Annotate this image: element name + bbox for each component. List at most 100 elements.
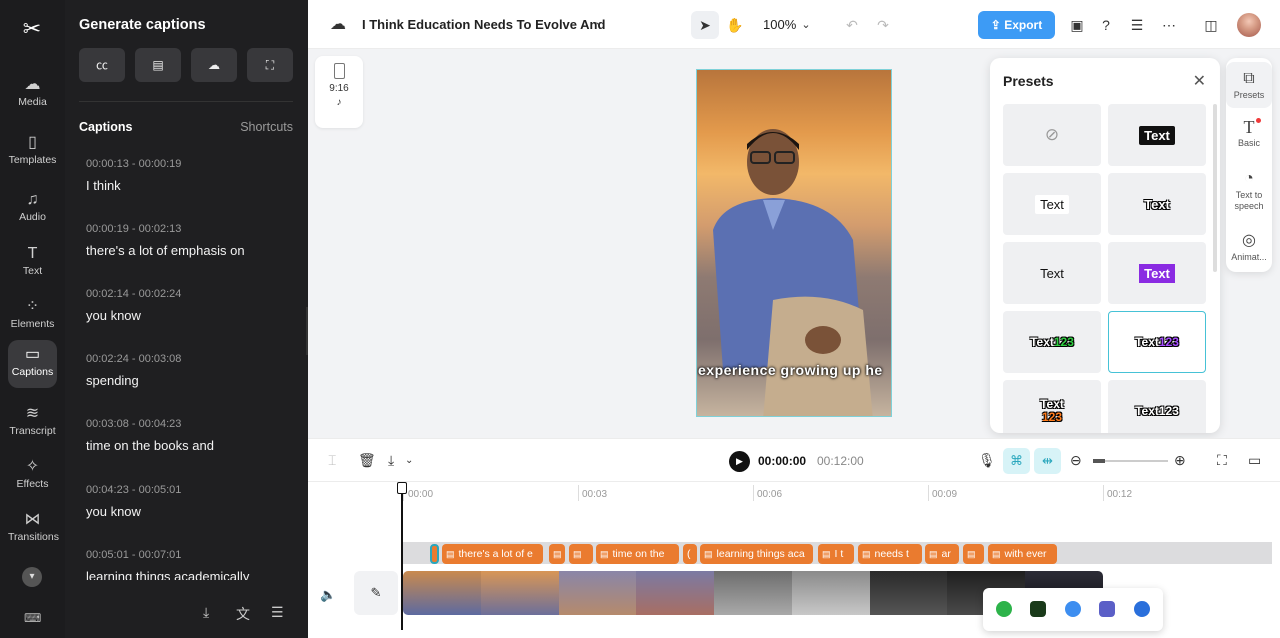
split-view-button[interactable]: ⇹ [1034,448,1061,474]
chevron-down-icon[interactable]: ⌄ [792,11,820,39]
fullscreen-icon[interactable]: ⛶ [1217,452,1227,469]
rail-item-captions[interactable]: ▭ Captions [8,340,57,388]
download-icon[interactable]: ⤓ [203,604,209,621]
tab-text-to-speech[interactable]: ◔ Text to speech [1226,168,1272,212]
help-button[interactable]: ? [1092,11,1120,39]
caption-text[interactable]: spending [86,373,296,388]
rail-item-media[interactable]: ☁ Media [8,70,57,118]
avatar[interactable] [1237,13,1261,37]
layout-button[interactable]: ◫ [1197,11,1225,39]
preset-outlined[interactable]: Text [1108,173,1206,235]
capcut-logo-icon[interactable]: ✂ [19,16,45,42]
video-preview[interactable]: experience growing up he [696,69,892,417]
preset-purple-accent[interactable]: Text123 [1108,311,1206,373]
preset-outlined-small[interactable]: Text123 [1108,380,1206,433]
chevron-down-icon[interactable]: ⌄ [594,15,603,28]
select-tool-button[interactable]: ➤ [691,11,719,39]
caption-clip[interactable]: ▤ learning things aca [700,544,813,564]
caption-clip[interactable]: ▤ [549,544,565,564]
caption-clip[interactable]: ( [683,544,697,564]
caption-clip[interactable]: ▤ there's a lot of e [442,544,543,564]
playhead[interactable] [397,482,407,630]
tab-animation[interactable]: ◎ Animat... [1226,230,1272,263]
microphone-icon[interactable]: 🎙 [978,452,996,469]
shield-check-icon[interactable] [996,601,1012,617]
cc-button[interactable]: ㏄ [79,48,125,82]
tab-presets[interactable]: ⧉ Presets [1226,62,1272,108]
close-icon[interactable]: ✕ [1193,71,1206,91]
caption-text[interactable]: time on the books and [86,438,296,453]
rail-item-effects[interactable]: ✧ Effects [8,452,57,500]
more-button[interactable]: ⋯ [1155,11,1183,39]
aspect-ratio-selector[interactable]: 9:16 ♪ [315,56,363,128]
redo-button[interactable]: ↷ [869,11,897,39]
caption-clip[interactable]: ▤ with ever [988,544,1057,564]
caption-clip[interactable]: ▤ I t [818,544,854,564]
review-button[interactable]: ▣ [1063,11,1091,39]
subtitle-button[interactable]: ▤ [135,48,181,82]
preset-black-on-white[interactable]: Text [1003,173,1101,235]
caption-text[interactable]: you know [86,504,296,519]
undo-button[interactable]: ↶ [838,11,866,39]
rail-item-elements[interactable]: ⁘ Elements [8,292,57,340]
export-button[interactable]: ⇪ Export [978,11,1055,39]
project-title[interactable]: I Think Education Needs To Evolve And [362,17,605,32]
shortcuts-link[interactable]: Shortcuts [240,120,293,134]
translate-icon[interactable]: 文 [236,604,250,624]
teams-icon[interactable] [1099,601,1115,617]
search-list-icon[interactable]: ☰ [271,604,284,621]
preset-green-accent[interactable]: Text123 [1003,311,1101,373]
auto-caption-button[interactable]: ⛶ [247,48,293,82]
cloud-sync-icon[interactable]: ☁ [330,14,346,34]
storage-button[interactable]: ☰ [1123,11,1151,39]
caption-item[interactable]: 00:03:08 - 00:04:23 time on the books an… [86,418,296,453]
caption-text[interactable]: there's a lot of emphasis on [86,243,296,258]
caption-clip[interactable]: ▤ ar [925,544,959,564]
comment-icon[interactable]: ▭ [1248,452,1261,469]
caption-item[interactable]: 00:00:13 - 00:00:19 I think [86,158,296,193]
caption-item[interactable]: 00:02:24 - 00:03:08 spending [86,353,296,388]
app-icon[interactable] [1065,601,1081,617]
caption-item[interactable]: 00:04:23 - 00:05:01 you know [86,484,296,519]
caption-text[interactable]: you know [86,308,296,323]
caption-clip[interactable]: ▤ [963,544,984,564]
caption-item[interactable]: 00:05:01 - 00:07:01 learning things acad… [86,549,296,584]
upload-caption-button[interactable]: ☁ [191,48,237,82]
presets-scrollbar[interactable] [1213,104,1217,272]
tab-basic[interactable]: T Basic [1226,116,1272,149]
preset-orange-stack[interactable]: Text 123 [1003,380,1101,433]
rail-item-transitions[interactable]: ⋈ Transitions [8,505,59,553]
zoom-in-icon[interactable]: ⊕ [1174,452,1186,469]
preset-white-on-purple[interactable]: Text [1108,242,1206,304]
chevron-down-icon[interactable]: ⌄ [405,455,413,466]
preset-white-on-black[interactable]: Text [1108,104,1206,166]
play-button[interactable]: ▶ [729,451,750,472]
split-icon[interactable]: ⌶ [328,452,336,469]
download-icon[interactable]: ⤓ [388,452,394,469]
keyboard-icon[interactable]: ⌨ [24,611,41,625]
rail-item-templates[interactable]: ▯ Templates [8,128,57,176]
rail-item-audio[interactable]: ♫ Audio [8,185,57,233]
caption-item[interactable]: 00:00:19 - 00:02:13 there's a lot of emp… [86,223,296,258]
zoom-out-icon[interactable]: ⊖ [1070,452,1082,469]
caption-text[interactable]: I think [86,178,296,193]
caption-clip[interactable] [430,544,439,564]
preset-none[interactable]: ⊘ [1003,104,1101,166]
hand-tool-button[interactable]: ✋ [721,11,749,39]
caption-item[interactable]: 00:02:14 - 00:02:24 you know [86,288,296,323]
defender-icon[interactable] [1134,601,1150,617]
volume-icon[interactable]: 🔈 [320,587,336,603]
edit-cover-button[interactable]: ✎ [354,571,398,615]
playhead-handle[interactable] [397,482,407,494]
slider-knob[interactable] [1093,459,1105,463]
caption-clip[interactable]: ▤ needs t [858,544,922,564]
trash-icon[interactable]: 🗑 [358,452,376,469]
caption-clip[interactable]: ▤ time on the [596,544,679,564]
preset-plain[interactable]: Text [1003,242,1101,304]
rail-item-transcript[interactable]: ≋ Transcript [8,399,57,447]
nvidia-icon[interactable] [1030,601,1046,617]
video-caption-overlay[interactable]: experience growing up he [698,362,883,378]
chevron-down-icon[interactable]: ▾ [22,567,42,587]
caption-clip[interactable]: ▤ [569,544,593,564]
auto-snap-button[interactable]: ⌘ [1003,448,1030,474]
